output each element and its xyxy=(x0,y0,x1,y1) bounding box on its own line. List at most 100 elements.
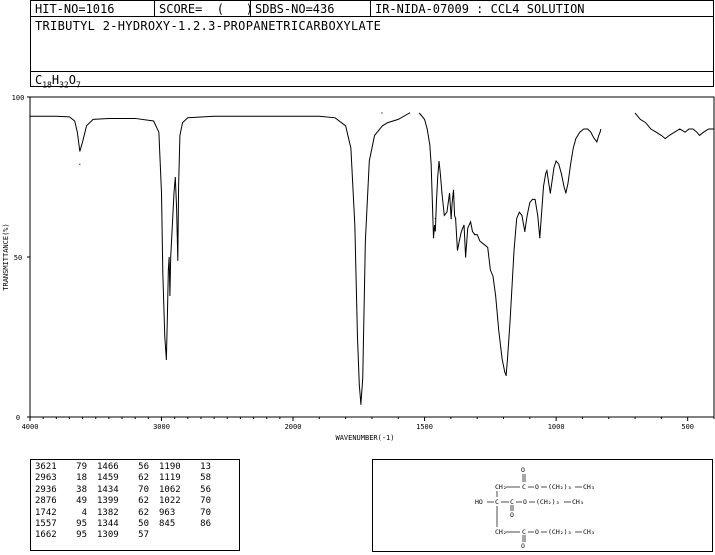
peak-point xyxy=(474,234,476,236)
peak-point xyxy=(465,256,467,258)
x-tick-label: 1000 xyxy=(548,423,565,431)
structure-box: O CH₂ C O (CH₂)₃ CH₃ HO C C O (CH₂)₃ CH₃… xyxy=(372,459,713,552)
peak-transmittance: 18 xyxy=(76,473,87,484)
mid-carbonyl-o: O xyxy=(510,511,514,519)
top-ch2: CH₂ xyxy=(495,483,507,491)
peak-wavenumber: 1344 xyxy=(97,519,119,530)
peak-point xyxy=(432,237,435,239)
peak-wavenumber: 1399 xyxy=(97,496,119,507)
y-tick-label: 100 xyxy=(12,94,25,102)
mid-c: C xyxy=(510,498,514,506)
peak-transmittance: 70 xyxy=(138,484,149,495)
bot-chain: (CH₂)₃ xyxy=(548,528,571,536)
peak-transmittance xyxy=(191,530,221,541)
peak-point xyxy=(381,112,383,114)
x-axis-label: WAVENUMBER(-1) xyxy=(335,434,394,442)
peak-table-row: 1557 95 1344 50 845 86 xyxy=(35,519,221,530)
center-c: C xyxy=(495,498,499,506)
peak-transmittance: 95 xyxy=(76,530,87,541)
peak-transmittance: 95 xyxy=(76,519,87,530)
bot-ch3: CH₃ xyxy=(583,528,595,536)
peak-point xyxy=(79,163,81,165)
peak-wavenumber: 1022 xyxy=(159,496,181,507)
x-tick-label: 3000 xyxy=(153,423,170,431)
peak-point xyxy=(450,218,452,220)
spectrum-trace xyxy=(30,112,410,405)
structure-diagram: O CH₂ C O (CH₂)₃ CH₃ HO C C O (CH₂)₃ CH₃… xyxy=(475,466,595,550)
peak-wavenumber: 963 xyxy=(159,507,176,518)
peak-transmittance: 62 xyxy=(138,496,149,507)
peak-table-row: 2936 38 1434 70 1062 56 xyxy=(35,485,221,496)
top-chain: (CH₂)₃ xyxy=(548,483,571,491)
peak-wavenumber: 1742 xyxy=(35,507,57,518)
mid-ester-o: O xyxy=(523,498,527,506)
peak-point xyxy=(549,192,551,194)
peak-wavenumber: 845 xyxy=(159,519,176,530)
mid-ch3: CH₃ xyxy=(572,498,584,506)
peak-transmittance: 70 xyxy=(200,507,211,518)
peak-transmittance: 56 xyxy=(138,462,149,472)
peak-transmittance: 79 xyxy=(76,462,87,472)
spectrum-trace xyxy=(418,112,602,376)
x-tick-label: 4000 xyxy=(22,423,39,431)
top-c: C xyxy=(522,483,526,491)
ho-group: HO xyxy=(475,498,483,506)
peak-transmittance: 62 xyxy=(138,507,149,518)
y-tick-label: 0 xyxy=(16,414,20,422)
peak-table-row: 1742 4 1382 62 963 70 xyxy=(35,508,221,519)
peak-wavenumber: 1459 xyxy=(97,473,119,484)
peak-point xyxy=(539,237,541,239)
spectrum-trace xyxy=(634,112,714,140)
top-ch3: CH₃ xyxy=(583,483,595,491)
bot-ester-o: O xyxy=(535,528,539,536)
top-ester-o: O xyxy=(535,483,539,491)
peak-table-row: 1662 95 1309 57 xyxy=(35,530,221,541)
peak-wavenumber: 1119 xyxy=(159,473,181,484)
peak-wavenumber: 1434 xyxy=(97,484,119,495)
bot-ch2: CH₂ xyxy=(495,528,507,536)
peak-wavenumber: 1466 xyxy=(97,462,119,472)
peak-transmittance: 4 xyxy=(81,507,87,518)
peak-wavenumber: 1190 xyxy=(159,462,181,472)
peak-wavenumber: 1557 xyxy=(35,519,57,530)
bot-c: C xyxy=(522,528,526,536)
peak-point xyxy=(177,259,179,261)
peak-table-row: 2963 18 1459 62 1119 58 xyxy=(35,473,221,484)
peak-wavenumber: 1662 xyxy=(35,530,57,541)
peak-point xyxy=(360,403,362,405)
peak-point xyxy=(441,192,443,194)
peak-wavenumber: 1309 xyxy=(97,530,119,541)
peak-wavenumber: 2963 xyxy=(35,473,57,484)
peak-transmittance: 13 xyxy=(200,462,211,472)
peak-transmittance: 50 xyxy=(138,519,149,530)
peak-point xyxy=(434,218,436,220)
peak-transmittance: 57 xyxy=(138,530,149,541)
ir-spectrum-chart: 100500 4000 3000 2000 1500 1000 500 TRANSMITT… xyxy=(2,94,715,442)
peak-table-row: 2876 49 1399 62 1022 70 xyxy=(35,496,221,507)
peak-transmittance: 70 xyxy=(200,496,211,507)
peak-point xyxy=(565,192,567,194)
peak-transmittance: 62 xyxy=(138,473,149,484)
peak-point xyxy=(596,141,598,143)
peak-wavenumber: 2936 xyxy=(35,484,57,495)
y-tick-label: 50 xyxy=(14,254,22,262)
y-axis-label: TRANSMITTANCE(%) xyxy=(2,223,10,290)
peak-table-row: 3621 79 1466 56 1190 13 xyxy=(35,462,221,473)
peak-point xyxy=(505,374,507,376)
x-tick-label: 1500 xyxy=(416,423,433,431)
peak-wavenumber: 1382 xyxy=(97,507,119,518)
peak-wavenumber: 2876 xyxy=(35,496,57,507)
peak-transmittance: 56 xyxy=(200,484,211,495)
peak-transmittance: 49 xyxy=(76,496,87,507)
peak-wavenumber xyxy=(159,530,191,541)
bot-carbonyl-o: O xyxy=(521,542,525,550)
peak-point xyxy=(169,294,171,296)
peak-transmittance: 38 xyxy=(76,484,87,495)
peak-point xyxy=(524,230,526,232)
peak-point xyxy=(165,358,167,360)
x-tick-label: 2000 xyxy=(285,423,302,431)
peak-wavenumber: 3621 xyxy=(35,462,57,472)
mid-chain: (CH₂)₃ xyxy=(536,498,559,506)
peak-table: 3621 79 1466 56 1190 13 2963 18 1459 62 1119 58 2936… xyxy=(30,459,240,551)
peak-point xyxy=(455,218,457,220)
